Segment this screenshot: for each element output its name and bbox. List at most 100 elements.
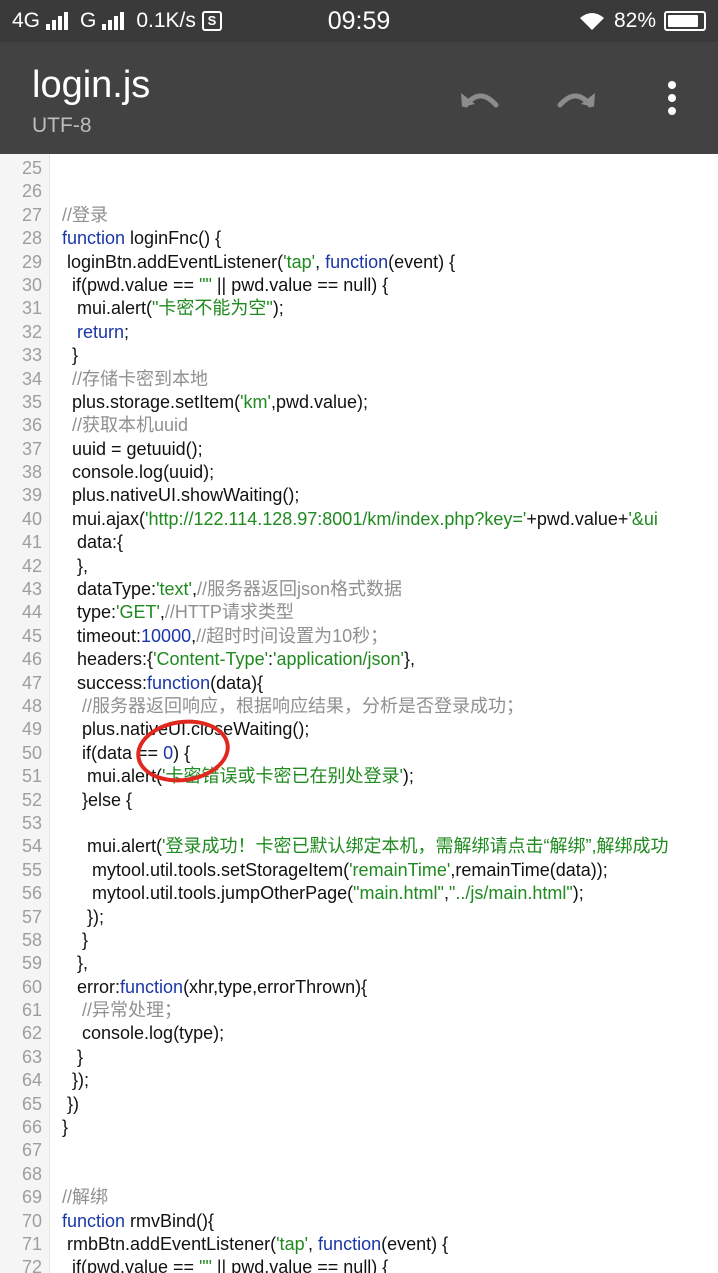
code-line[interactable]: 71 rmbBtn.addEventListener('tap', functi… bbox=[0, 1233, 718, 1256]
code-token: //存储卡密到本地 bbox=[62, 368, 209, 389]
undo-icon bbox=[461, 93, 499, 108]
code-line[interactable]: 54 mui.alert('登录成功！卡密已默认绑定本机，需解绑请点击“解绑”,… bbox=[0, 835, 718, 858]
code-line[interactable]: 35 plus.storage.setItem('km',pwd.value); bbox=[0, 391, 718, 414]
line-number: 67 bbox=[21, 1140, 42, 1161]
code-editor[interactable]: 25 26 27//登录 28 function loginFnc() {29 logi… bbox=[0, 154, 718, 1273]
code-token: data:{ bbox=[62, 532, 124, 553]
code-line[interactable]: 57 }); bbox=[0, 906, 718, 929]
code-token: +pwd.value+ bbox=[526, 508, 629, 529]
code-line[interactable]: 59 }, bbox=[0, 952, 718, 975]
line-number: 45 bbox=[21, 625, 42, 646]
line-number: 60 bbox=[21, 976, 42, 997]
code-token: '登录成功！卡密已默认绑定本机，需解绑请点击“解绑”,解绑成功 bbox=[162, 836, 669, 857]
status-left: 4G G 0.1K/s S bbox=[12, 9, 222, 33]
code-line[interactable]: 25 bbox=[0, 157, 718, 180]
code-line[interactable]: 29 loginBtn.addEventListener('tap', func… bbox=[0, 251, 718, 274]
code-line[interactable]: 26 bbox=[0, 180, 718, 203]
line-number: 48 bbox=[21, 695, 42, 716]
code-line[interactable]: 55 mytool.util.tools.setStorageItem('rem… bbox=[0, 859, 718, 882]
code-line[interactable]: 46 headers:{'Content-Type':'application/… bbox=[0, 648, 718, 671]
code-line[interactable]: 51 mui.alert('卡密错误或卡密已在别处登录'); bbox=[0, 765, 718, 788]
code-token: mytool.util.tools.setStorageItem( bbox=[62, 859, 350, 880]
code-line[interactable]: 68 bbox=[0, 1163, 718, 1186]
code-line[interactable]: 61 //异常处理； bbox=[0, 999, 718, 1022]
more-options-button[interactable] bbox=[646, 72, 698, 124]
code-text: //存储卡密到本地 bbox=[62, 368, 208, 391]
code-token: if(data == bbox=[62, 742, 164, 763]
line-number: 66 bbox=[21, 1117, 42, 1138]
code-line[interactable]: 39 plus.nativeUI.showWaiting(); bbox=[0, 484, 718, 507]
code-text: headers:{'Content-Type':'application/jso… bbox=[62, 648, 415, 671]
code-line[interactable]: 56 mytool.util.tools.jumpOtherPage("main… bbox=[0, 882, 718, 905]
code-line[interactable]: 63 } bbox=[0, 1046, 718, 1069]
line-number: 53 bbox=[21, 812, 42, 833]
code-line[interactable]: 45 timeout:10000,//超时时间设置为10秒； bbox=[0, 625, 718, 648]
code-line[interactable]: 50 if(data == 0) { bbox=[0, 742, 718, 765]
code-token: //服务器返回响应，根据响应结果，分析是否登录成功； bbox=[62, 695, 525, 716]
undo-button[interactable] bbox=[454, 72, 506, 124]
code-line[interactable]: 58 } bbox=[0, 929, 718, 952]
code-line[interactable]: 64 }); bbox=[0, 1069, 718, 1092]
code-token: } bbox=[62, 929, 89, 950]
code-line[interactable]: 38 console.log(uuid); bbox=[0, 461, 718, 484]
code-line[interactable]: 44 type:'GET',//HTTP请求类型 bbox=[0, 601, 718, 624]
code-line[interactable]: 28 function loginFnc() { bbox=[0, 227, 718, 250]
code-token: '&ui bbox=[628, 508, 658, 529]
code-token: function bbox=[325, 251, 389, 272]
code-line[interactable]: 41 data:{ bbox=[0, 531, 718, 554]
code-line[interactable]: 33 } bbox=[0, 344, 718, 367]
code-line[interactable]: 27 //登录 bbox=[0, 204, 718, 227]
code-text: dataType:'text',//服务器返回json格式数据 bbox=[62, 578, 402, 601]
code-lines[interactable]: 25 26 27//登录 28 function loginFnc() {29 logi… bbox=[0, 157, 718, 1273]
code-text: //登录 bbox=[62, 204, 108, 227]
code-text: } bbox=[62, 344, 78, 367]
code-line[interactable]: 62 console.log(type); bbox=[0, 1022, 718, 1045]
code-text: }, bbox=[62, 555, 88, 578]
code-line[interactable]: 37 uuid = getuuid(); bbox=[0, 438, 718, 461]
code-text: mytool.util.tools.setStorageItem('remain… bbox=[62, 859, 608, 882]
code-line[interactable]: 65 }) bbox=[0, 1093, 718, 1116]
code-token: return bbox=[62, 321, 125, 342]
line-number: 29 bbox=[21, 251, 42, 272]
code-line[interactable]: 34 //存储卡密到本地 bbox=[0, 368, 718, 391]
code-line[interactable]: 70 function rmvBind(){ bbox=[0, 1210, 718, 1233]
code-line[interactable]: 72 if(pwd.value == "" || pwd.value == nu… bbox=[0, 1256, 718, 1273]
code-line[interactable]: 43 dataType:'text',//服务器返回json格式数据 bbox=[0, 578, 718, 601]
code-token: } bbox=[62, 1046, 84, 1067]
code-text: mui.alert('登录成功！卡密已默认绑定本机，需解绑请点击“解绑”,解绑成… bbox=[62, 835, 668, 858]
code-token: (event) { bbox=[388, 251, 456, 272]
code-line[interactable]: 66} bbox=[0, 1116, 718, 1139]
file-encoding[interactable]: UTF-8 bbox=[32, 114, 92, 138]
code-text: function loginFnc() { bbox=[62, 227, 221, 250]
code-line[interactable]: 30 if(pwd.value == "" || pwd.value == nu… bbox=[0, 274, 718, 297]
code-line[interactable]: 42 }, bbox=[0, 555, 718, 578]
code-line[interactable]: 47 success:function(data){ bbox=[0, 672, 718, 695]
code-line[interactable]: 48 //服务器返回响应，根据响应结果，分析是否登录成功； bbox=[0, 695, 718, 718]
code-text: type:'GET',//HTTP请求类型 bbox=[62, 601, 294, 624]
code-line[interactable]: 53 bbox=[0, 812, 718, 835]
code-token: (xhr,type,errorThrown){ bbox=[183, 976, 368, 997]
code-token: ,remainTime(data)); bbox=[450, 859, 608, 880]
code-token: ); bbox=[272, 298, 284, 319]
line-number: 49 bbox=[21, 719, 42, 740]
code-line[interactable]: 60 error:function(xhr,type,errorThrown){ bbox=[0, 976, 718, 999]
editor-toolbar: login.js UTF-8 bbox=[0, 42, 718, 154]
code-line[interactable]: 40 mui.ajax('http://122.114.128.97:8001/… bbox=[0, 508, 718, 531]
code-line[interactable]: 36 //获取本机uuid bbox=[0, 414, 718, 437]
code-line[interactable]: 69 //解绑 bbox=[0, 1186, 718, 1209]
file-title: login.js bbox=[32, 64, 151, 106]
redo-button[interactable] bbox=[550, 72, 602, 124]
code-line[interactable]: 52 }else { bbox=[0, 789, 718, 812]
code-line[interactable]: 31 mui.alert("卡密不能为空"); bbox=[0, 297, 718, 320]
line-number: 62 bbox=[21, 1023, 42, 1044]
code-text: } bbox=[62, 1116, 68, 1139]
code-token: //登录 bbox=[62, 204, 109, 225]
code-token: , bbox=[308, 1233, 319, 1254]
code-line[interactable]: 49 plus.nativeUI.closeWaiting(); bbox=[0, 718, 718, 741]
code-line[interactable]: 32 return; bbox=[0, 321, 718, 344]
code-token: 'km' bbox=[240, 391, 271, 412]
code-token: ); bbox=[572, 883, 584, 904]
code-token: rmvBind(){ bbox=[125, 1210, 215, 1231]
code-line[interactable]: 67 bbox=[0, 1139, 718, 1162]
code-text: console.log(uuid); bbox=[62, 461, 214, 484]
